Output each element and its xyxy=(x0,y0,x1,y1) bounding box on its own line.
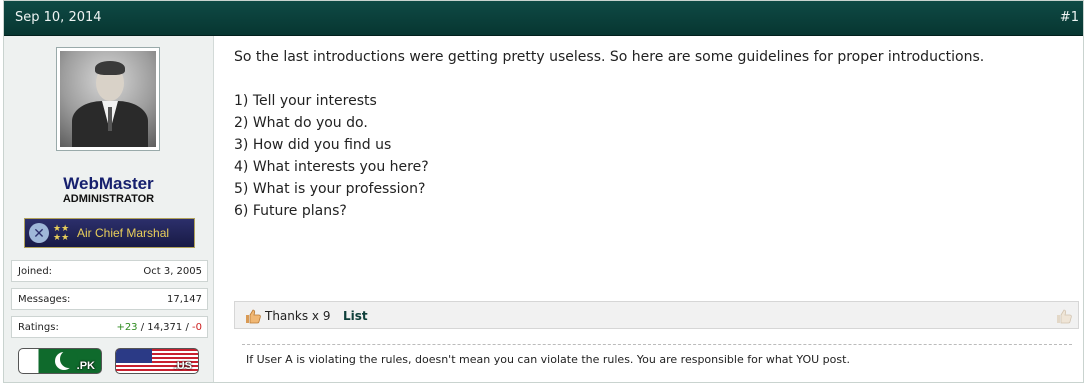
pakistan-flag-icon: .PK xyxy=(18,348,102,374)
stat-ratings: Ratings: +23 / 14,371 / -0 xyxy=(11,316,208,338)
ratings-negative: -0 xyxy=(192,322,202,333)
thumbs-up-icon[interactable] xyxy=(1056,308,1072,324)
country-code: .US xyxy=(173,360,192,372)
stat-joined: Joined: Oct 3, 2005 xyxy=(11,260,208,282)
message-intro: So the last introductions were getting p… xyxy=(234,49,985,65)
usa-flag-icon: .US xyxy=(115,348,199,374)
thumbs-up-icon xyxy=(246,309,261,324)
list-item: 6) Future plans? xyxy=(234,203,347,219)
ratings-value[interactable]: +23 / 14,371 / -0 xyxy=(116,322,202,333)
username-link[interactable]: WebMaster xyxy=(4,174,213,194)
stat-messages: Messages: 17,147 xyxy=(11,288,208,310)
stat-value: Oct 3, 2005 xyxy=(143,266,202,277)
avatar[interactable] xyxy=(56,47,160,151)
post-date: Sep 10, 2014 xyxy=(15,10,102,25)
rank-emblem-icon: ✕ xyxy=(29,223,49,243)
forum-post: Sep 10, 2014 #1 WebMaster ADMINISTRATOR … xyxy=(3,0,1084,383)
user-title: ADMINISTRATOR xyxy=(62,193,155,205)
signature: If User A is violating the rules, doesn'… xyxy=(246,353,850,366)
user-info-panel: WebMaster ADMINISTRATOR ✕ ★★ ★★ Air Chief… xyxy=(4,36,214,382)
ratings-positive: +23 xyxy=(116,322,138,333)
rank-badge: ✕ ★★ ★★ Air Chief Marshal xyxy=(24,218,195,248)
thanks-list-link[interactable]: List xyxy=(343,309,368,323)
ratings-separator: / xyxy=(137,322,148,333)
country-code: .PK xyxy=(76,360,95,372)
list-item: 1) Tell your interests xyxy=(234,93,377,109)
thanks-bar: Thanks x 9 List xyxy=(234,301,1079,329)
stat-label: Ratings: xyxy=(18,322,59,333)
list-item: 4) What interests you here? xyxy=(234,159,429,175)
list-item: 3) How did you find us xyxy=(234,137,392,153)
ratings-total: 14,371 xyxy=(147,322,183,333)
rank-stars-icon: ★★ ★★ xyxy=(53,223,70,242)
stat-label: Messages: xyxy=(18,294,71,305)
post-header: Sep 10, 2014 #1 xyxy=(4,1,1083,36)
list-item: 5) What is your profession? xyxy=(234,181,426,197)
stat-label: Joined: xyxy=(18,266,53,277)
ratings-separator: / xyxy=(182,322,193,333)
stat-value[interactable]: 17,147 xyxy=(167,294,202,305)
list-item: 2) What do you do. xyxy=(234,115,368,131)
signature-divider xyxy=(242,344,1072,345)
thanks-count: Thanks x 9 xyxy=(265,309,331,323)
post-message: So the last introductions were getting p… xyxy=(234,46,1080,222)
rank-label: Air Chief Marshal xyxy=(77,226,170,240)
post-content: So the last introductions were getting p… xyxy=(214,36,1083,382)
post-permalink[interactable]: #1 xyxy=(1060,10,1079,25)
